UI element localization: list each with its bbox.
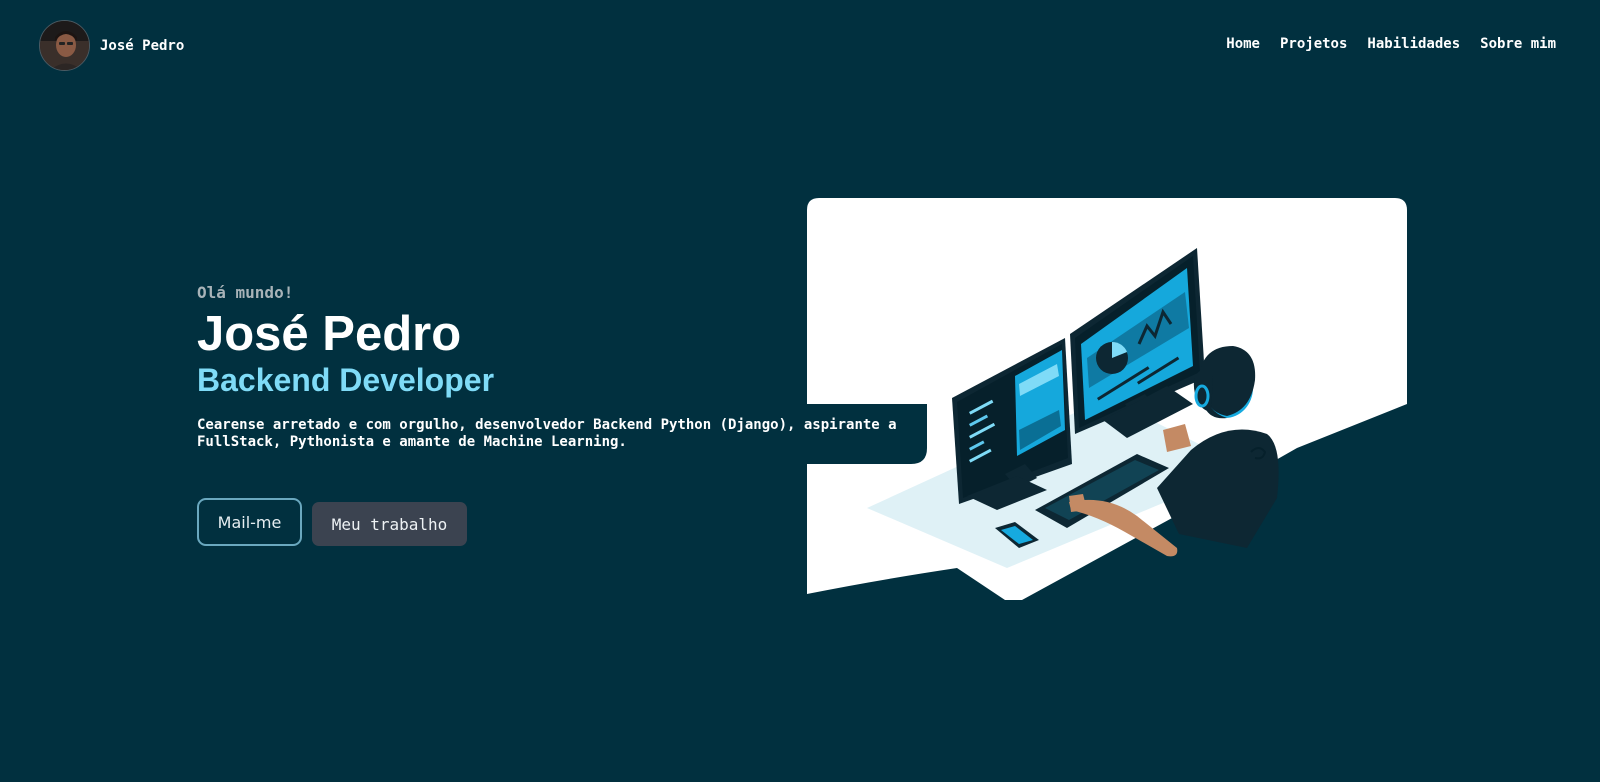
developer-illustration-icon bbox=[807, 198, 1407, 600]
nav-link-home[interactable]: Home bbox=[1226, 36, 1260, 52]
avatar bbox=[39, 20, 90, 71]
nav-link-habilidades[interactable]: Habilidades bbox=[1367, 36, 1460, 52]
hero-description: Cearense arretado e com orgulho, desenvo… bbox=[197, 417, 897, 450]
navbar: José Pedro Home Projetos Habilidades Sob… bbox=[0, 0, 1600, 92]
brand[interactable]: José Pedro bbox=[39, 20, 184, 71]
mail-me-button[interactable]: Mail-me bbox=[197, 498, 302, 546]
nav-link-projetos[interactable]: Projetos bbox=[1280, 36, 1347, 52]
nav-links: Home Projetos Habilidades Sobre mim bbox=[1226, 36, 1556, 52]
nav-link-sobre-mim[interactable]: Sobre mim bbox=[1480, 36, 1556, 52]
brand-name: José Pedro bbox=[100, 37, 185, 54]
my-work-button[interactable]: Meu trabalho bbox=[312, 502, 467, 546]
avatar-photo-icon bbox=[40, 21, 89, 70]
